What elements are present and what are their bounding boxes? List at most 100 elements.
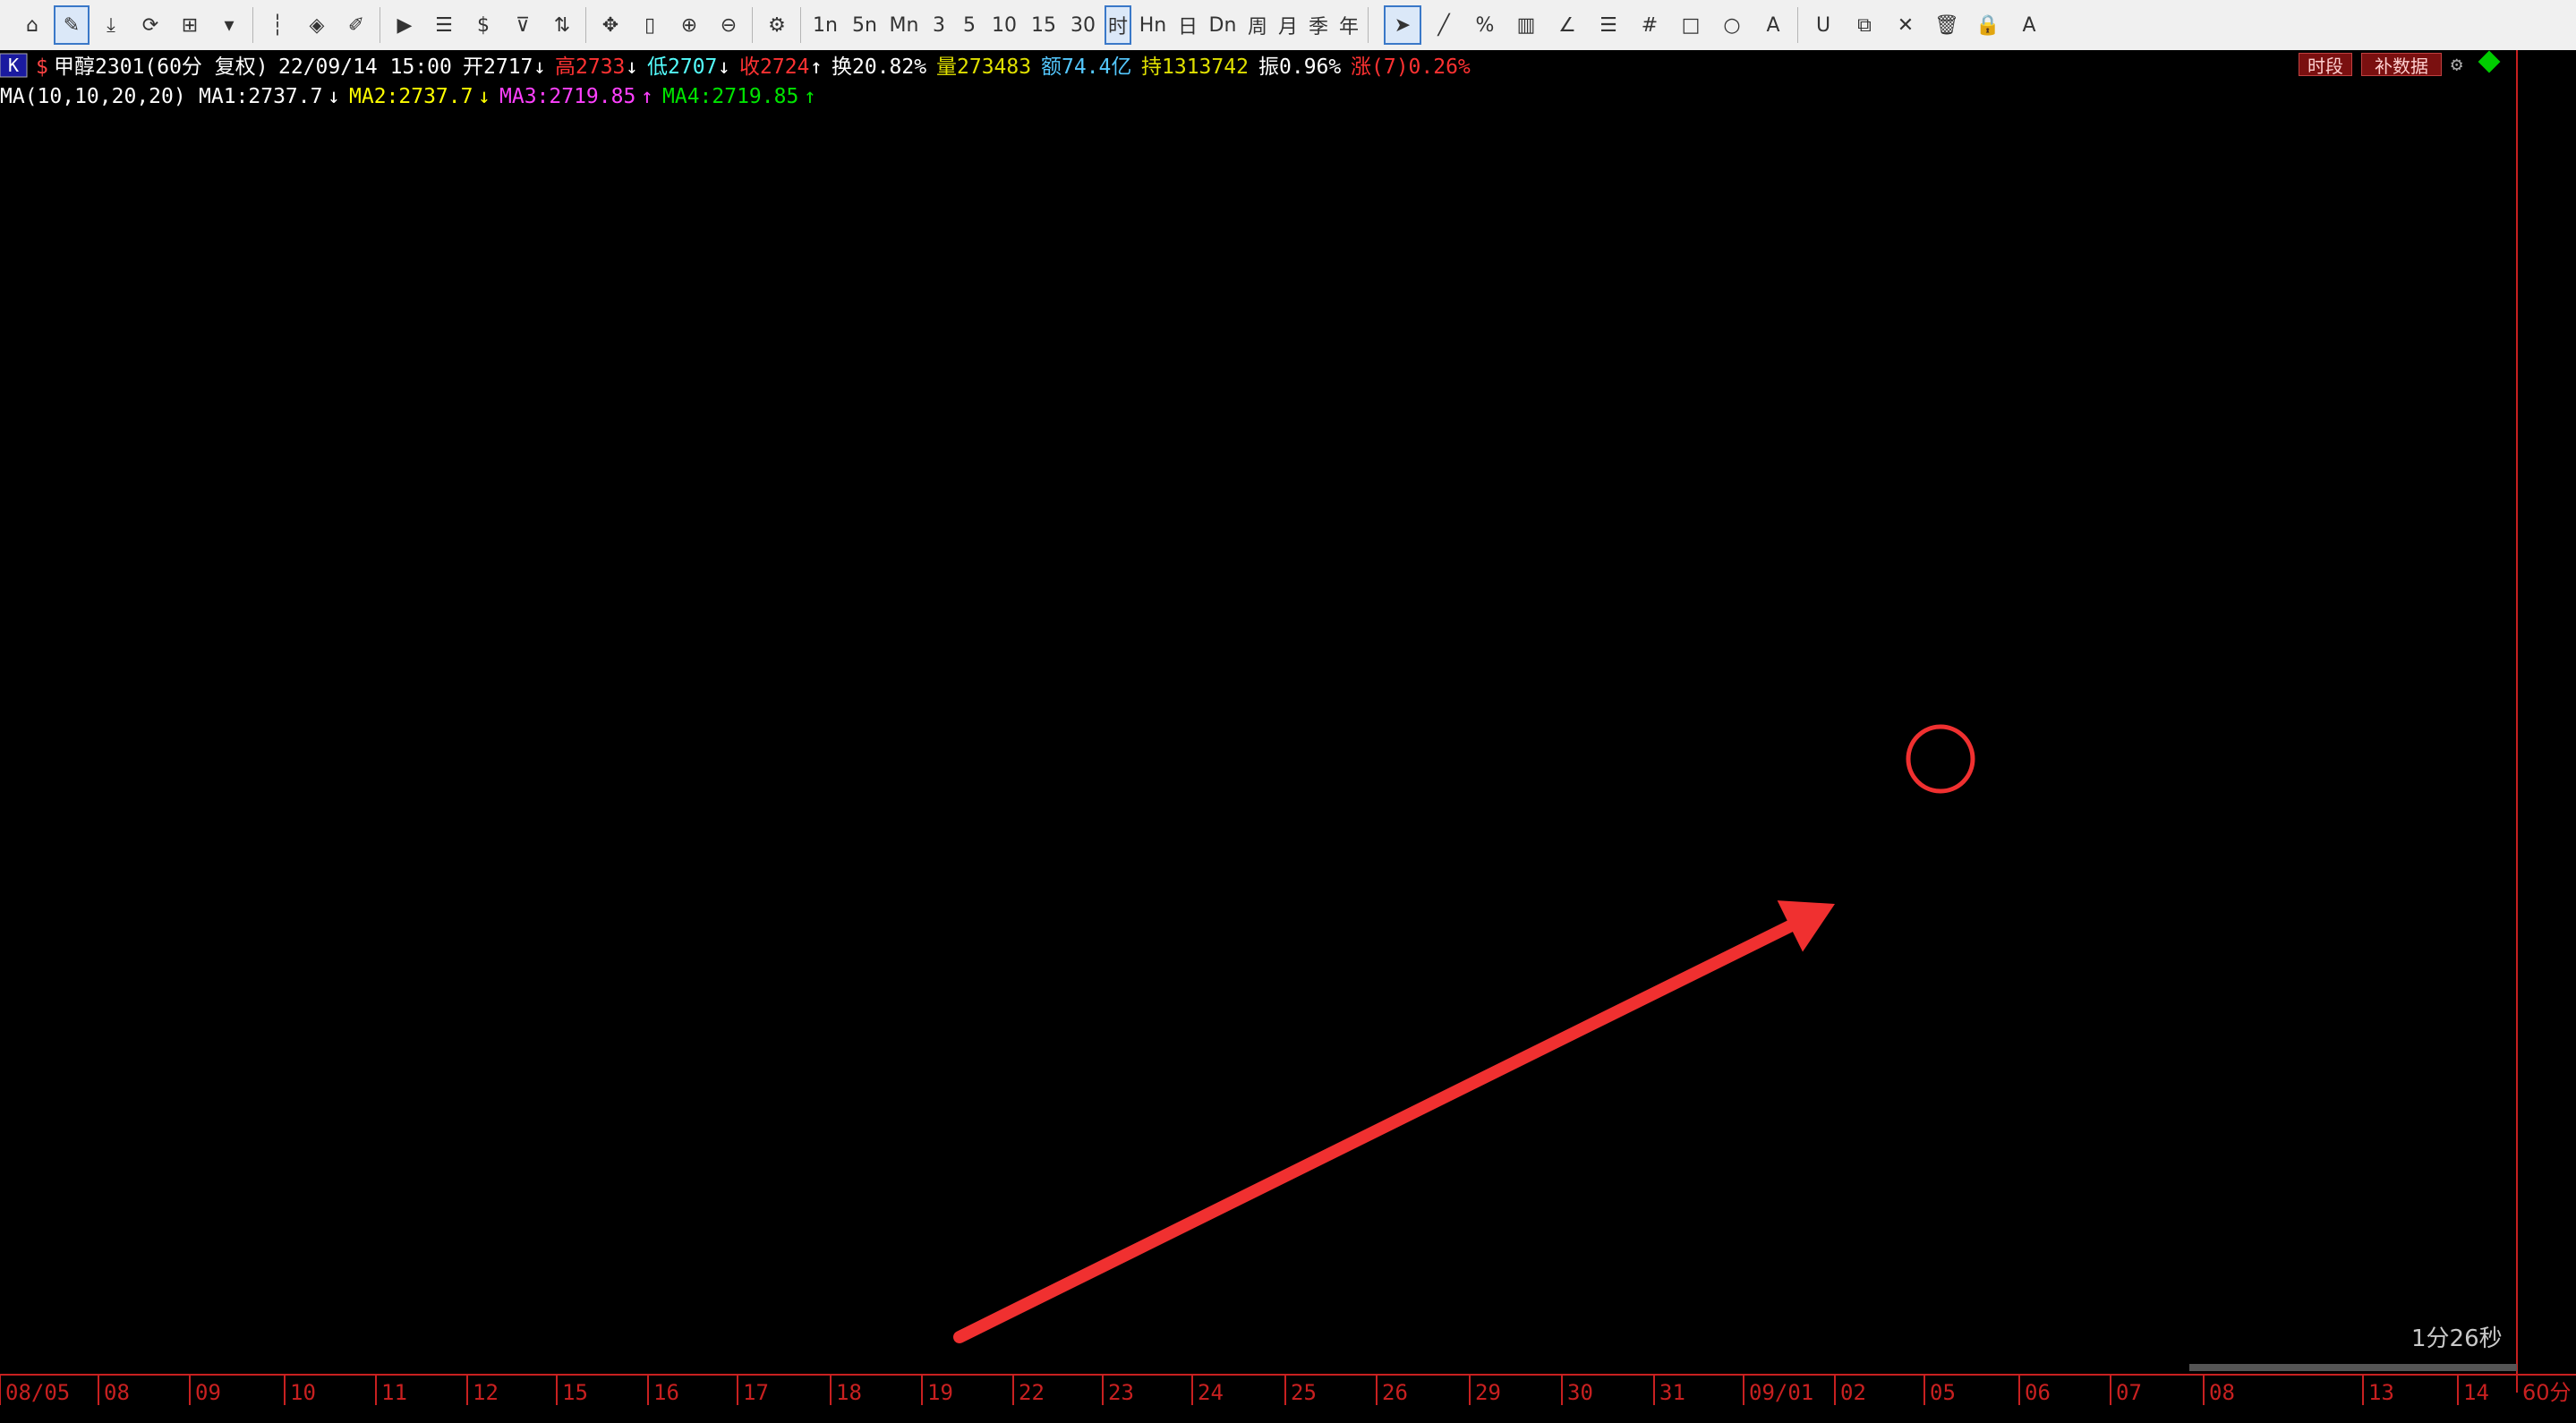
- volume-value: 量273483: [936, 55, 1031, 79]
- period-10[interactable]: Hn: [1135, 5, 1171, 45]
- x-tick-label: 08/05: [5, 1380, 70, 1405]
- open-price: 开2717: [463, 55, 533, 79]
- x-tick-label: 23: [1108, 1380, 1134, 1405]
- circle-icon[interactable]: ○: [1713, 5, 1751, 45]
- ma-arrow-icon: ↑: [804, 85, 816, 108]
- lock-icon[interactable]: 🔒: [1969, 5, 2007, 45]
- period-9[interactable]: 时: [1105, 5, 1131, 45]
- x-tick-label: 09: [195, 1380, 221, 1405]
- period-3[interactable]: Mn: [886, 5, 922, 45]
- dollar-icon[interactable]: $: [465, 5, 501, 45]
- pen-icon[interactable]: ✐: [338, 5, 374, 45]
- kline-chart[interactable]: 08/05 08 09 10 11 12 15 16 17 18 19 22 23 24 25 26 29 30 3…: [0, 50, 2576, 1423]
- trend-arrow-icon: ↓: [718, 55, 730, 79]
- period-15[interactable]: 季: [1305, 5, 1332, 45]
- symbol-marker-icon: $: [36, 55, 48, 79]
- period-14[interactable]: 月: [1275, 5, 1301, 45]
- refresh-icon[interactable]: ⟳: [132, 5, 168, 45]
- toolbar-separator: [1368, 7, 1369, 43]
- x-tick-label: 08: [2209, 1380, 2235, 1405]
- period-5[interactable]: 5: [956, 5, 983, 45]
- k-badge-label: K: [8, 55, 19, 76]
- scrollbar-thumb[interactable]: [2189, 1364, 2517, 1371]
- ma-arrow-icon: ↓: [478, 85, 490, 108]
- period-label: 60分: [2522, 1380, 2572, 1405]
- percent-icon[interactable]: %: [1466, 5, 1504, 45]
- toolbar-separator: [1797, 7, 1798, 43]
- magnet-icon[interactable]: U: [1804, 5, 1842, 45]
- draw-line-icon[interactable]: ✎: [54, 5, 90, 45]
- channel-icon[interactable]: ▥: [1507, 5, 1545, 45]
- x-tick-label: 22: [1019, 1380, 1045, 1405]
- supplement-data-button[interactable]: 补数据: [2361, 53, 2442, 77]
- x-tick-label: 09/01: [1749, 1380, 1813, 1405]
- trash-icon[interactable]: 🗑: [1928, 5, 1966, 45]
- x-tick-label: 11: [381, 1380, 407, 1405]
- x-tick-label: 17: [743, 1380, 769, 1405]
- x-tick-label: 29: [1475, 1380, 1501, 1405]
- zoom-in-icon[interactable]: ⊕: [671, 5, 707, 45]
- rectangle-icon[interactable]: □: [1672, 5, 1710, 45]
- toolbar-separator: [252, 7, 253, 43]
- period-2[interactable]: 5n: [847, 5, 883, 45]
- home-icon[interactable]: ⌂: [14, 5, 50, 45]
- line-tool-icon[interactable]: ╱: [1425, 5, 1463, 45]
- period-4[interactable]: 3: [925, 5, 952, 45]
- angle-icon[interactable]: ∠: [1548, 5, 1586, 45]
- period-12[interactable]: Dn: [1205, 5, 1241, 45]
- text-icon[interactable]: A: [1754, 5, 1792, 45]
- trend-arrow-icon: ↓: [533, 55, 546, 79]
- x-tick-label: 14: [2463, 1380, 2489, 1405]
- x-tick-label: 30: [1567, 1380, 1593, 1405]
- period-8[interactable]: 30: [1065, 5, 1101, 45]
- main-toolbar: ⌂ ✎ ⤓ ⟳ ⊞ ▾ ┆ ◈ ✐ ▶ ☰ $ ⊽ ⇅ ✥ ▯ ⊕ ⊖ ⚙ 1n 5n Mn 3 5 10 15 30 时 Hn 日 Dn 周…: [0, 0, 2576, 51]
- filter-icon[interactable]: ⊽: [505, 5, 541, 45]
- x-tick-label: 31: [1659, 1380, 1685, 1405]
- delete-icon[interactable]: ✕: [1887, 5, 1924, 45]
- bar-chart-icon[interactable]: ┆: [260, 5, 295, 45]
- symbol-label: 甲醇2301(60分 复权): [54, 55, 269, 79]
- zoom-out-icon[interactable]: ⊖: [711, 5, 746, 45]
- period-11[interactable]: 日: [1174, 5, 1201, 45]
- open-interest: 持1313742: [1141, 55, 1249, 79]
- play-icon[interactable]: ▶: [387, 5, 422, 45]
- ma1-value: MA1:2737.7: [199, 85, 322, 108]
- sort-icon[interactable]: ⇅: [544, 5, 580, 45]
- ma2-value: MA2:2737.7: [349, 85, 473, 108]
- x-tick-label: 26: [1382, 1380, 1408, 1405]
- period-13[interactable]: 周: [1244, 5, 1271, 45]
- candle-icon[interactable]: ▯: [632, 5, 668, 45]
- x-tick-label: 15: [562, 1380, 588, 1405]
- dropdown-arrow-icon[interactable]: ▾: [211, 5, 247, 45]
- settings-small-icon[interactable]: ⚙: [2451, 54, 2462, 76]
- toolbar-separator: [800, 7, 801, 43]
- cursor-icon[interactable]: ➤: [1384, 5, 1421, 45]
- notes-icon[interactable]: ☰: [426, 5, 462, 45]
- period-7[interactable]: 15: [1026, 5, 1062, 45]
- move-icon[interactable]: ✥: [593, 5, 628, 45]
- datetime-label: 22/09/14 15:00: [278, 55, 452, 79]
- ma-arrow-icon: ↓: [328, 85, 340, 108]
- change-value: 涨(7)0.26%: [1351, 55, 1471, 79]
- period-6[interactable]: 10: [986, 5, 1022, 45]
- trend-arrow-icon: ↑: [810, 55, 823, 79]
- period-1[interactable]: 1n: [807, 5, 843, 45]
- copy-icon[interactable]: ⧉: [1846, 5, 1883, 45]
- period-16[interactable]: 年: [1335, 5, 1362, 45]
- turnover-rate: 换20.82%: [832, 55, 926, 79]
- period-button[interactable]: 时段: [2299, 53, 2352, 77]
- grid-layout-icon[interactable]: ⊞: [172, 5, 208, 45]
- x-tick-label: 18: [836, 1380, 862, 1405]
- lines-icon[interactable]: ☰: [1590, 5, 1627, 45]
- download-icon[interactable]: ⤓: [93, 5, 129, 45]
- font-color-icon[interactable]: A: [2010, 5, 2048, 45]
- x-tick-label: 08: [104, 1380, 130, 1405]
- diamond-icon[interactable]: ◈: [299, 5, 335, 45]
- hash-icon[interactable]: #: [1631, 5, 1668, 45]
- x-tick-label: 25: [1291, 1380, 1317, 1405]
- high-price: 高2733: [555, 55, 625, 79]
- settings-icon[interactable]: ⚙: [759, 5, 795, 45]
- chart-background: [0, 50, 2576, 1423]
- amplitude-value: 振0.96%: [1258, 55, 1341, 79]
- x-tick-label: 16: [653, 1380, 679, 1405]
